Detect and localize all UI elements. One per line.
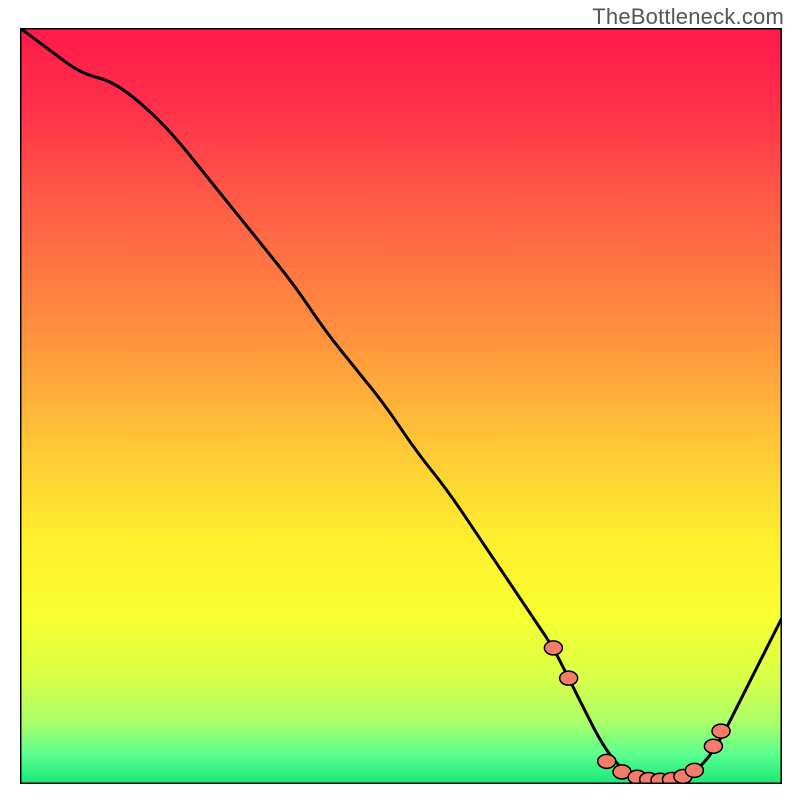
- chart-svg: [20, 28, 782, 784]
- optimum-marker: [544, 641, 562, 655]
- optimum-marker: [685, 763, 703, 777]
- optimum-marker: [704, 739, 722, 753]
- optimum-marker: [598, 754, 616, 768]
- optimum-marker: [712, 724, 730, 738]
- chart-root: TheBottleneck.com: [0, 0, 800, 800]
- optimum-marker: [560, 671, 578, 685]
- gradient-fill: [20, 28, 782, 784]
- watermark-label: TheBottleneck.com: [592, 4, 784, 30]
- plot-area: [20, 28, 782, 784]
